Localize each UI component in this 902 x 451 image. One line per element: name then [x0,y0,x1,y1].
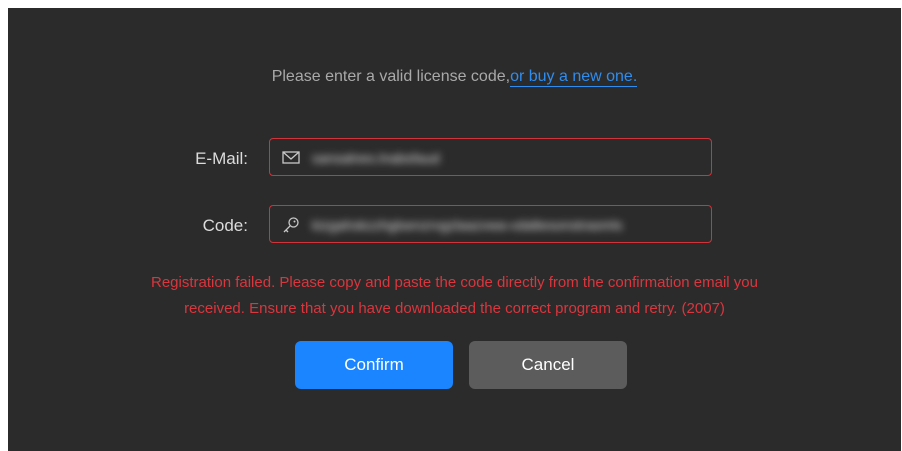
key-icon [281,215,301,235]
envelope-icon [281,148,301,168]
confirm-button[interactable]: Confirm [295,341,453,389]
error-message: Registration failed. Please copy and pas… [88,270,821,322]
code-label: Code: [202,216,248,235]
email-field[interactable]: sansalnes.lnabsfaud [269,138,712,176]
license-prompt: Please enter a valid license code,or buy… [8,68,901,87]
error-line-2: received. Ensure that you have downloade… [184,300,725,317]
prompt-text: Please enter a valid license code, [271,68,511,85]
cancel-button[interactable]: Cancel [469,341,627,389]
license-dialog: Please enter a valid license code,or buy… [8,8,901,451]
email-label: E-Mail: [195,149,248,168]
code-field[interactable]: kizgahskzzhglsenzrvgzlaazvwa-vdaltesonst… [269,205,712,243]
error-line-1: Registration failed. Please copy and pas… [151,274,758,291]
code-value: kizgahskzzhglsenzrvgzlaazvwa-vdaltesonst… [312,217,623,233]
email-value: sansalnes.lnabsfaud [312,150,440,166]
buy-license-link[interactable]: or buy a new one. [510,68,638,87]
